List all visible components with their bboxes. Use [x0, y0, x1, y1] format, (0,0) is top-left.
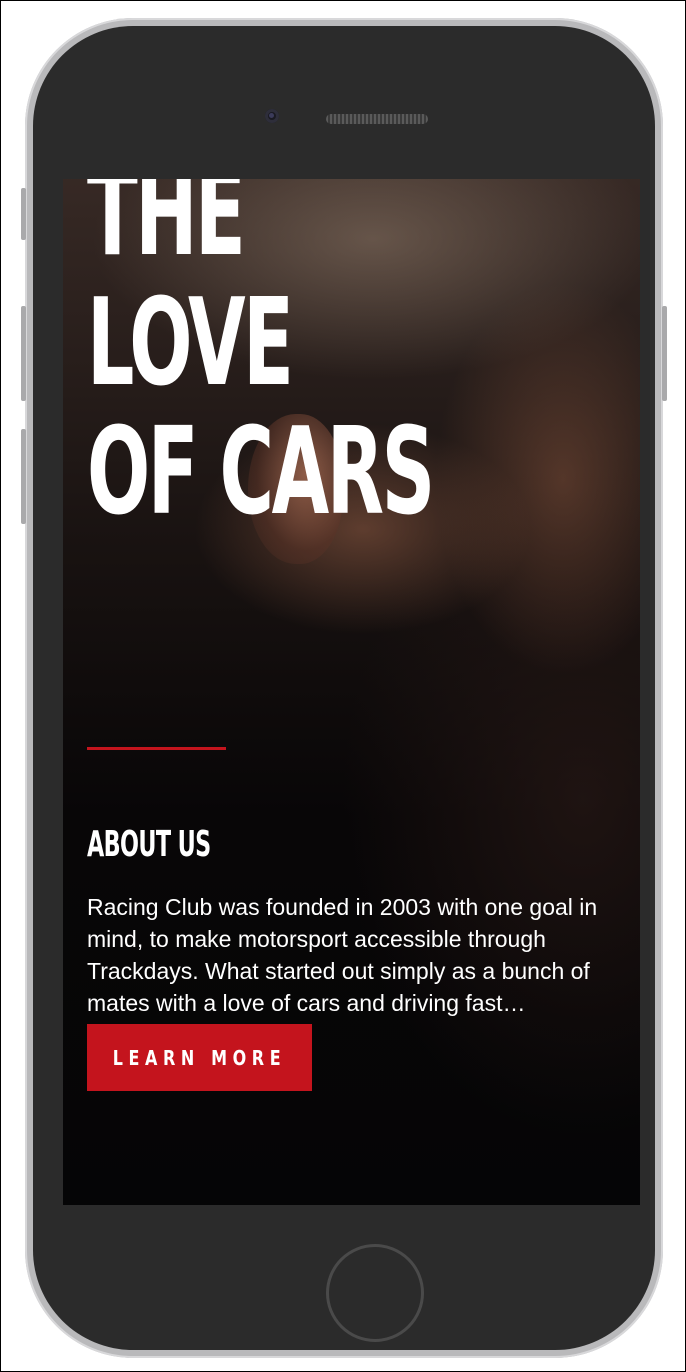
about-heading: ABOUT US	[87, 824, 211, 865]
hero-title: THE LOVE OF CARS	[87, 179, 435, 543]
front-camera	[265, 109, 279, 123]
phone-screen: THE LOVE OF CARS ABOUT US Racing Club wa…	[63, 179, 640, 1205]
screenshot-frame: THE LOVE OF CARS ABOUT US Racing Club wa…	[0, 0, 686, 1372]
hero-title-line-1: THE	[87, 179, 246, 283]
home-button[interactable]	[326, 1244, 424, 1342]
hero-title-line-3: OF CARS	[87, 403, 435, 543]
volume-up-button	[21, 306, 26, 401]
mute-switch	[21, 188, 26, 240]
accent-divider	[87, 747, 226, 750]
learn-more-label: LEARN MORE	[112, 1045, 287, 1070]
volume-down-button	[21, 429, 26, 524]
hero-title-line-2: LOVE	[87, 273, 294, 413]
power-button	[662, 306, 667, 401]
about-description: Racing Club was founded in 2003 with one…	[87, 894, 598, 1016]
earpiece-speaker	[326, 114, 428, 124]
learn-more-button[interactable]: LEARN MORE	[87, 1024, 312, 1091]
